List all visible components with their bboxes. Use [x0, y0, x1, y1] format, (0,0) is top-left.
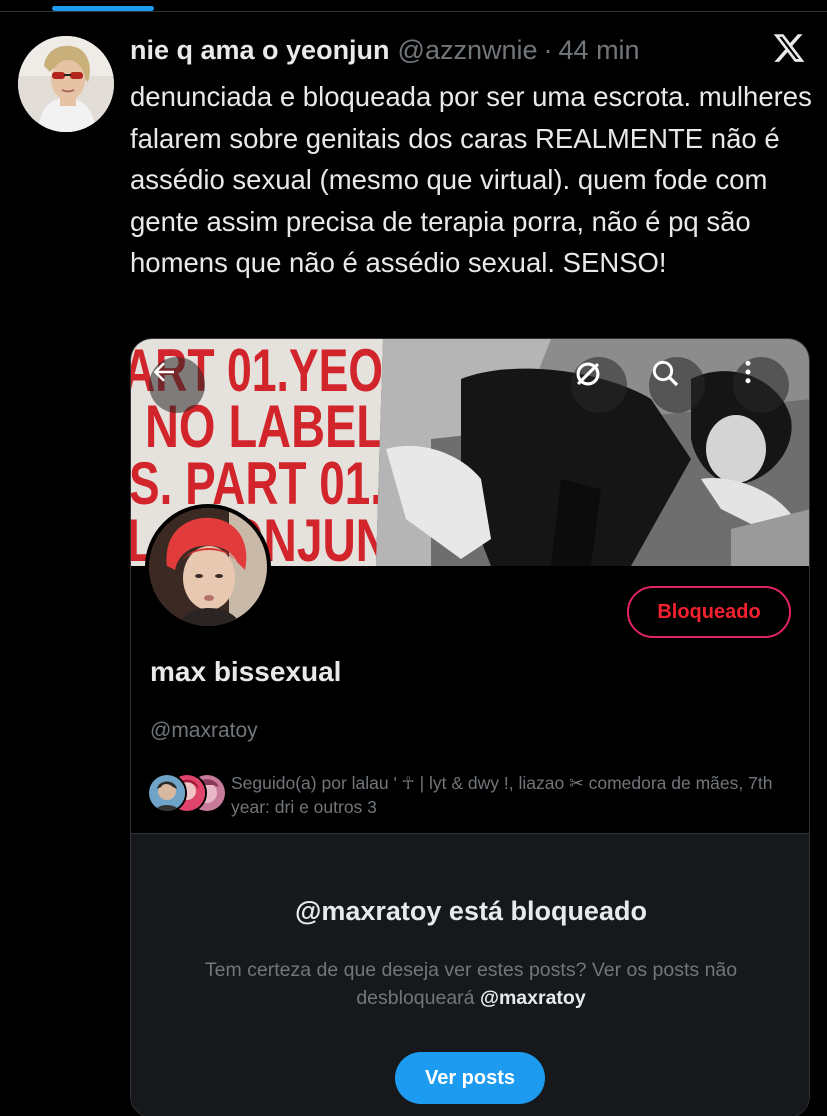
tweet-text: denunciada e bloqueada por ser uma escro… — [130, 81, 812, 278]
blocked-notice-panel: @maxratoy está bloqueado Tem certeza de … — [131, 833, 809, 1116]
search-button[interactable] — [649, 357, 705, 413]
followed-by-mid: | lyt & dwy !, liazao — [414, 773, 570, 793]
view-posts-button[interactable]: Ver posts — [395, 1052, 545, 1104]
blocked-desc-text: Tem certeza de que deseja ver estes post… — [204, 959, 738, 1009]
more-vertical-icon — [745, 360, 751, 384]
blocked-desc-handle: @maxratoy — [479, 987, 586, 1009]
follower-avatar — [147, 773, 187, 813]
tweet-timestamp[interactable]: 44 min — [559, 35, 640, 66]
profile-handle: @maxratoy — [150, 719, 258, 742]
tweet-author-name[interactable]: nie q ama o yeonjun — [130, 35, 390, 66]
back-arrow-icon — [153, 362, 174, 382]
followed-by-row[interactable]: Seguido(a) por lalau ' ☥ | lyt & dwy !, … — [147, 771, 797, 819]
author-avatar[interactable] — [18, 36, 114, 132]
tweet-author-handle[interactable]: @azznwnie — [398, 35, 538, 66]
tweet-header: nie q ama o yeonjun @azznwnie · 44 min — [130, 30, 727, 70]
x-logo-icon — [772, 31, 806, 65]
tweet-separator: · — [543, 34, 553, 65]
followed-by-text: Seguido(a) por lalau ' ☥ | lyt & dwy !, … — [231, 771, 797, 819]
search-icon — [652, 360, 679, 387]
blocked-button[interactable]: Bloqueado — [627, 586, 791, 638]
profile-screenshot-card[interactable]: ART 01.YEO NO LABEL S. PART 01. L YEONJU… — [130, 338, 810, 1116]
top-divider — [0, 11, 827, 12]
dagger-glyph: ☥ — [401, 773, 415, 793]
blocked-notice-description: Tem certeza de que deseja ver estes post… — [171, 956, 771, 1012]
no-photo-icon — [576, 362, 600, 386]
followed-by-prefix: Seguido(a) por lalau ' — [231, 773, 402, 793]
follower-avatars — [147, 771, 227, 815]
more-options-button[interactable] — [733, 357, 789, 413]
hide-media-button[interactable] — [571, 357, 627, 413]
back-button[interactable] — [149, 357, 205, 413]
blocked-notice-title: @maxratoy está bloqueado — [295, 896, 647, 926]
scissors-icon: ✂ — [569, 773, 584, 793]
profile-name: max bissexual — [150, 656, 342, 687]
profile-avatar[interactable] — [145, 504, 271, 630]
